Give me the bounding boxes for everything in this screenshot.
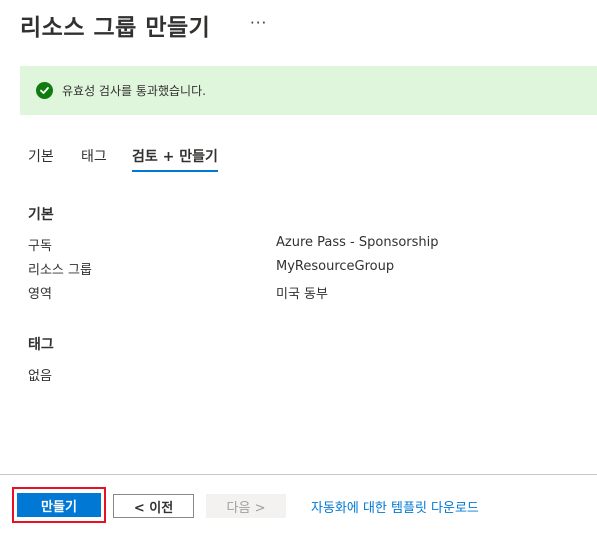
validation-message: 유효성 검사를 통과했습니다. [62, 84, 206, 98]
more-options-button[interactable]: ··· [250, 14, 267, 32]
subscription-label: 구독 [28, 239, 52, 254]
previous-button[interactable]: < 이전 [113, 494, 194, 518]
region-label: 영역 [28, 287, 52, 302]
resource-group-value: MyResourceGroup [276, 259, 395, 274]
next-button: 다음 > [206, 494, 286, 518]
region-value: 미국 동부 [276, 287, 328, 302]
download-template-link[interactable]: 자동화에 대한 템플릿 다운로드 [311, 497, 479, 516]
validation-banner: 유효성 검사를 통과했습니다. [20, 66, 597, 115]
basics-section-title: 기본 [28, 207, 54, 223]
create-resource-group-page: 리소스 그룹 만들기 ··· 유효성 검사를 통과했습니다. 기본 태그 검토 … [0, 0, 597, 539]
footer-divider [0, 474, 597, 475]
tab-basics[interactable]: 기본 [28, 146, 54, 172]
subscription-value: Azure Pass - Sponsorship [276, 235, 439, 250]
page-title: 리소스 그룹 만들기 [20, 15, 211, 41]
check-circle-icon [36, 82, 53, 99]
tab-tags[interactable]: 태그 [81, 146, 107, 172]
tags-empty-text: 없음 [28, 369, 52, 384]
resource-group-label: 리소스 그룹 [28, 263, 92, 278]
create-button[interactable]: 만들기 [17, 493, 101, 517]
tags-section-title: 태그 [28, 337, 54, 353]
tab-review-create[interactable]: 검토 + 만들기 [132, 146, 218, 172]
